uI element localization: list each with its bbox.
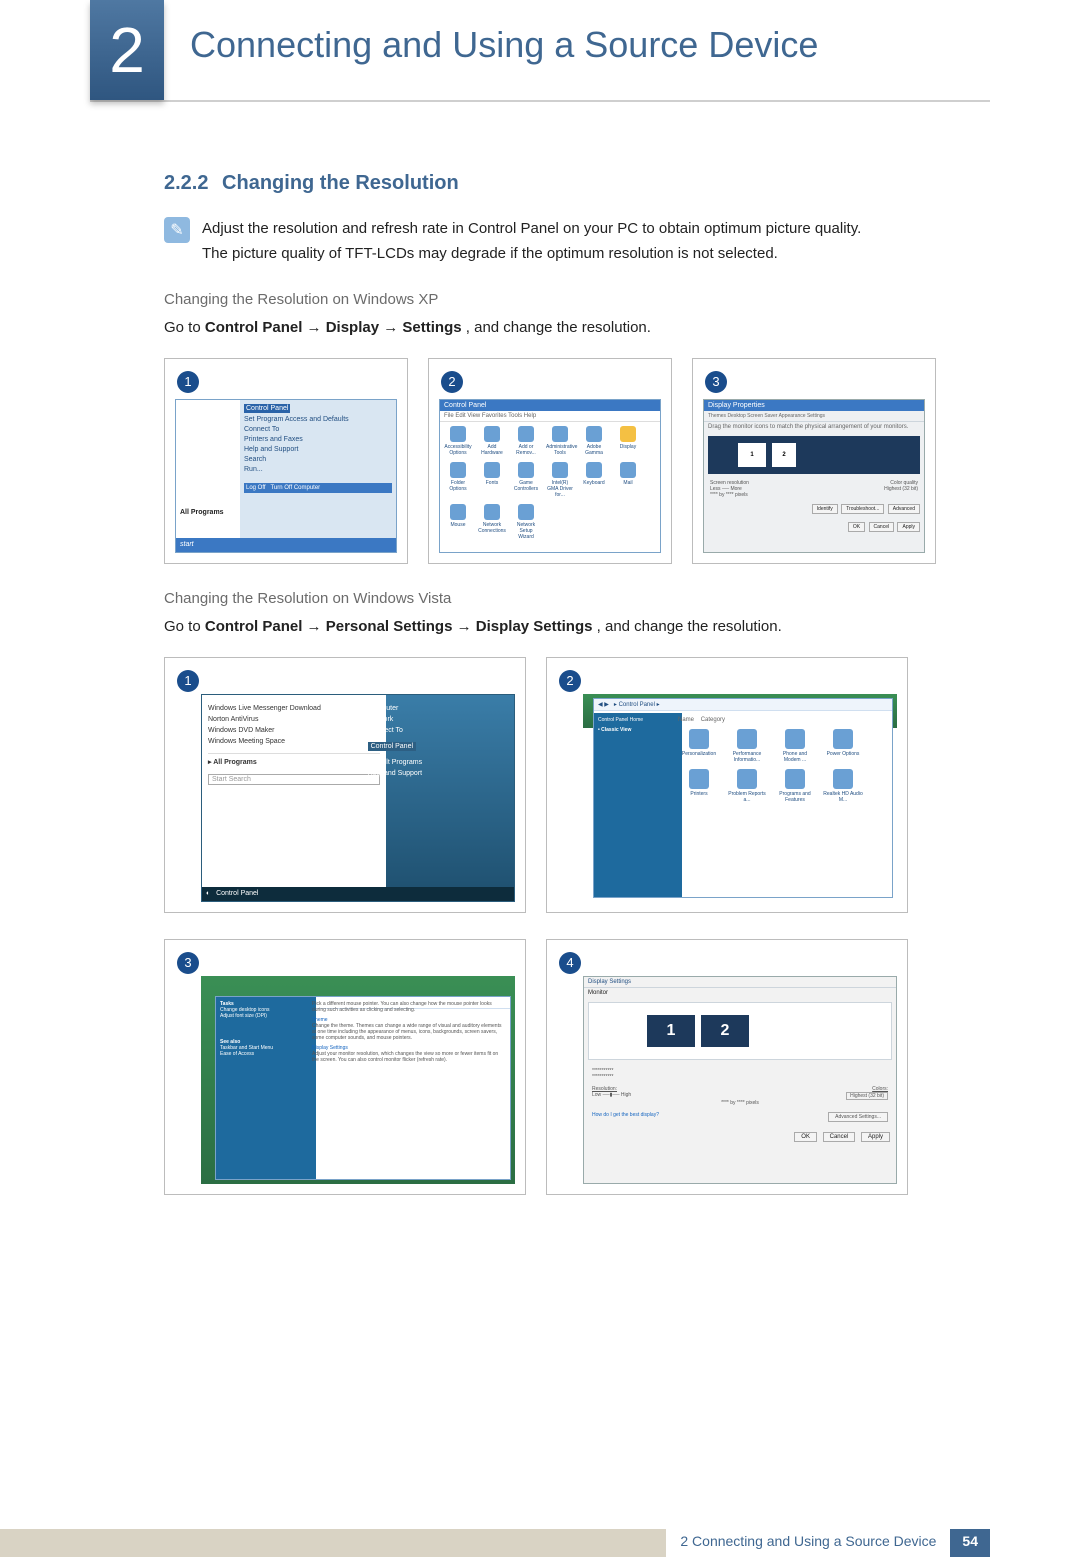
vista-start-menu: Windows Live Messenger Download Norton A… [201,694,515,902]
content: 2.2.2 Changing the Resolution ✎ Adjust t… [0,102,1080,1195]
footer: 2 Connecting and Using a Source Device 5… [0,1529,1080,1557]
xp-shot-1: 1 All Programs Control Panel Set Program… [164,358,408,564]
xp-control-panel: Control Panel File Edit View Favorites T… [439,399,661,553]
xp-display-properties: Display Properties Themes Desktop Screen… [703,399,925,553]
xp-subhead: Changing the Resolution on Windows XP [164,291,990,308]
vista-screenshots-row1: 1 Windows Live Messenger Download Norton… [164,657,990,913]
note-icon: ✎ [164,217,190,243]
chapter-number: 2 [90,0,164,100]
vista-control-panel: ◀ ▶ ▸ Control Panel ▸ Control Panel Home… [583,694,897,902]
vista-path-text: Go to Control Panel → Personal Settings … [164,615,990,639]
step-badge-1: 1 [177,371,199,393]
vista-subhead: Changing the Resolution on Windows Vista [164,590,990,607]
menu-item-control-panel: Control Panel [244,404,290,413]
note-line-1: Adjust the resolution and refresh rate i… [202,220,861,237]
step-badge-1: 1 [177,670,199,692]
step-badge-3: 3 [177,952,199,974]
vista-personalization: ◀ ▶ ▸ Personalization Tasks Change deskt… [201,976,515,1184]
taskbar: start [176,538,396,552]
xp-shot-2: 2 Control Panel File Edit View Favorites… [428,358,672,564]
step-badge-2: 2 [559,670,581,692]
section-number: 2.2.2 [164,172,208,194]
step-badge-2: 2 [441,371,463,393]
xp-shot-3: 3 Display Properties Themes Desktop Scre… [692,358,936,564]
footer-bar [0,1529,666,1557]
xp-start-menu: All Programs Control Panel Set Program A… [175,399,397,553]
vista-shot-3: 3 ◀ ▶ ▸ Personalization Tasks Change des… [164,939,526,1195]
vista-shot-4: 4 Display Settings Monitor 1 2 *********… [546,939,908,1195]
note-text: Adjust the resolution and refresh rate i… [202,217,990,267]
note: ✎ Adjust the resolution and refresh rate… [164,217,990,267]
xp-screenshots: 1 All Programs Control Panel Set Program… [164,358,990,564]
section-heading: 2.2.2 Changing the Resolution [164,172,990,195]
vista-shot-2: 2 ◀ ▶ ▸ Control Panel ▸ Control Panel Ho… [546,657,908,913]
footer-chapter: 2 Connecting and Using a Source Device [666,1529,950,1557]
step-badge-3: 3 [705,371,727,393]
xp-path-text: Go to Control Panel → Display → Settings… [164,316,990,340]
page: 2 Connecting and Using a Source Device 2… [0,0,1080,1567]
chapter-title: Connecting and Using a Source Device [190,24,818,66]
chapter-header: 2 Connecting and Using a Source Device [90,0,990,102]
vista-screenshots-row2: 3 ◀ ▶ ▸ Personalization Tasks Change des… [164,939,990,1195]
all-programs: All Programs [180,509,224,516]
control-panel-title: Control Panel [440,400,660,411]
step-badge-4: 4 [559,952,581,974]
page-number: 54 [950,1529,990,1557]
vista-display-settings: Display Settings Monitor 1 2 ***********… [583,976,897,1184]
search-input: Start Search [208,774,380,785]
vista-shot-1: 1 Windows Live Messenger Download Norton… [164,657,526,913]
note-line-2: The picture quality of TFT-LCDs may degr… [202,245,778,262]
section-title: Changing the Resolution [222,172,459,194]
